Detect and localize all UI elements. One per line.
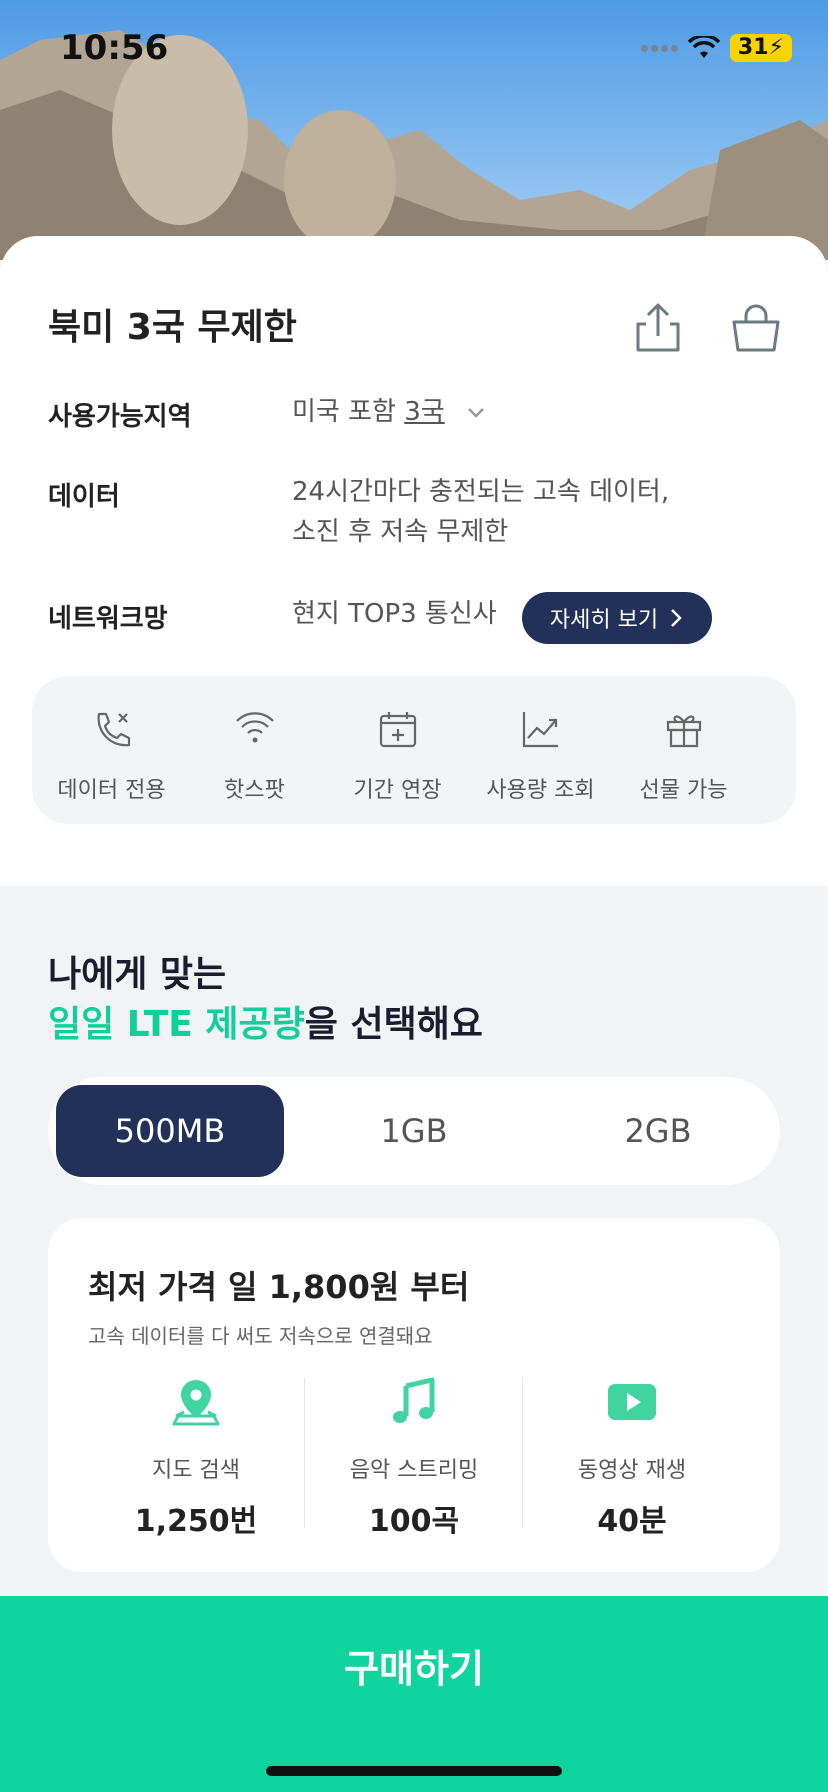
feature-hotspot: 핫스팟 xyxy=(183,676,326,824)
option-1gb[interactable]: 1GB xyxy=(300,1085,528,1177)
feature-label: 데이터 전용 xyxy=(57,778,166,803)
price-card: 최저 가격 일 1,800원 부터 고속 데이터를 다 써도 저속으로 연결돼요… xyxy=(48,1218,780,1572)
stat-value: 1,250번 xyxy=(134,1504,258,1539)
cart-button[interactable] xyxy=(728,300,784,356)
feature-extend: 기간 연장 xyxy=(326,676,469,824)
region-count-link[interactable]: 3국 xyxy=(404,397,444,427)
battery-level: 31 xyxy=(737,35,769,60)
status-icons: 31⚡ xyxy=(640,34,792,62)
feature-label: 핫스팟 xyxy=(224,778,285,803)
chevron-right-icon xyxy=(671,609,682,627)
section-title-line1: 나에게 맞는 xyxy=(48,954,227,995)
feature-usage: 사용량 조회 xyxy=(469,676,612,824)
shopping-bag-icon xyxy=(732,304,780,352)
home-indicator xyxy=(266,1766,562,1776)
stat-value: 100곡 xyxy=(368,1504,460,1539)
price-title: 최저 가격 일 1,800원 부터 xyxy=(88,1268,470,1306)
feature-gift: 선물 가능 xyxy=(612,676,755,824)
stat-label: 지도 검색 xyxy=(152,1458,240,1483)
feature-label: 사용량 조회 xyxy=(486,778,595,803)
calendar-plus-icon xyxy=(379,712,416,748)
option-500mb[interactable]: 500MB xyxy=(56,1085,284,1177)
feature-data-only: 데이터 전용 xyxy=(40,676,183,824)
stat-divider xyxy=(304,1378,305,1528)
price-subtitle: 고속 데이터를 다 써도 저속으로 연결돼요 xyxy=(88,1324,433,1348)
signal-icon xyxy=(640,44,678,52)
product-title: 북미 3국 무제한 xyxy=(48,307,297,348)
music-icon xyxy=(393,1377,435,1423)
share-icon xyxy=(636,303,680,352)
detail-button-label: 자세히 보기 xyxy=(549,608,659,633)
phone-x-icon xyxy=(97,712,130,747)
feature-label: 기간 연장 xyxy=(353,778,442,803)
data-value: 24시간마다 충전되는 고속 데이터, 소진 후 저속 무제한 xyxy=(292,472,669,552)
region-value[interactable]: 미국 포함 3국 xyxy=(292,392,487,432)
network-value: 현지 TOP3 통신사 xyxy=(292,599,497,629)
option-2gb[interactable]: 2GB xyxy=(544,1085,772,1177)
section-title-line2: 일일 LTE 제공량을 선택해요 xyxy=(48,995,483,1047)
feature-label: 선물 가능 xyxy=(639,778,728,803)
wifi-status-icon xyxy=(687,36,720,58)
product-card: 북미 3국 무제한 사용가능지역 미국 포함 3국 데이터 24시간마다 충전되… xyxy=(0,236,828,886)
status-time: 10:56 xyxy=(60,28,169,68)
chart-icon xyxy=(522,712,558,748)
buy-button[interactable]: 구매하기 xyxy=(0,1596,828,1792)
stat-music: 음악 스트리밍 100곡 xyxy=(306,1368,522,1548)
battery-icon: 31⚡ xyxy=(729,34,792,62)
data-value-line2: 소진 후 저속 무제한 xyxy=(292,517,509,547)
wifi-icon xyxy=(235,712,274,743)
data-value-line1: 24시간마다 충전되는 고속 데이터, xyxy=(292,477,670,507)
stat-video: 동영상 재생 40분 xyxy=(524,1368,740,1548)
section-title-accent: 일일 LTE 제공량 xyxy=(48,1004,305,1045)
hero-image: 10:56 31⚡ xyxy=(0,0,828,260)
region-value-prefix: 미국 포함 xyxy=(292,397,405,427)
region-label: 사용가능지역 xyxy=(48,402,192,432)
feature-panel: 데이터 전용 핫스팟 기간 연장 사용량 조회 선물 가능 xyxy=(32,676,796,824)
chevron-down-icon[interactable] xyxy=(465,402,487,424)
stat-label: 음악 스트리밍 xyxy=(349,1458,479,1483)
buy-button-label: 구매하기 xyxy=(344,1647,484,1691)
video-play-icon xyxy=(608,1384,656,1420)
gift-icon xyxy=(666,715,701,748)
stat-label: 동영상 재생 xyxy=(577,1458,687,1483)
detail-button[interactable]: 자세히 보기 xyxy=(522,592,712,644)
map-pin-icon xyxy=(172,1380,220,1426)
section-title-rest: 을 선택해요 xyxy=(304,1004,483,1045)
status-bar: 10:56 31⚡ xyxy=(0,0,828,100)
network-label: 네트워크망 xyxy=(48,604,168,634)
stat-map: 지도 검색 1,250번 xyxy=(88,1368,304,1548)
stat-divider xyxy=(522,1378,523,1528)
share-button[interactable] xyxy=(630,300,686,356)
data-amount-selector: 500MB 1GB 2GB xyxy=(48,1077,780,1185)
stat-value: 40분 xyxy=(597,1504,667,1539)
data-label: 데이터 xyxy=(48,482,120,512)
